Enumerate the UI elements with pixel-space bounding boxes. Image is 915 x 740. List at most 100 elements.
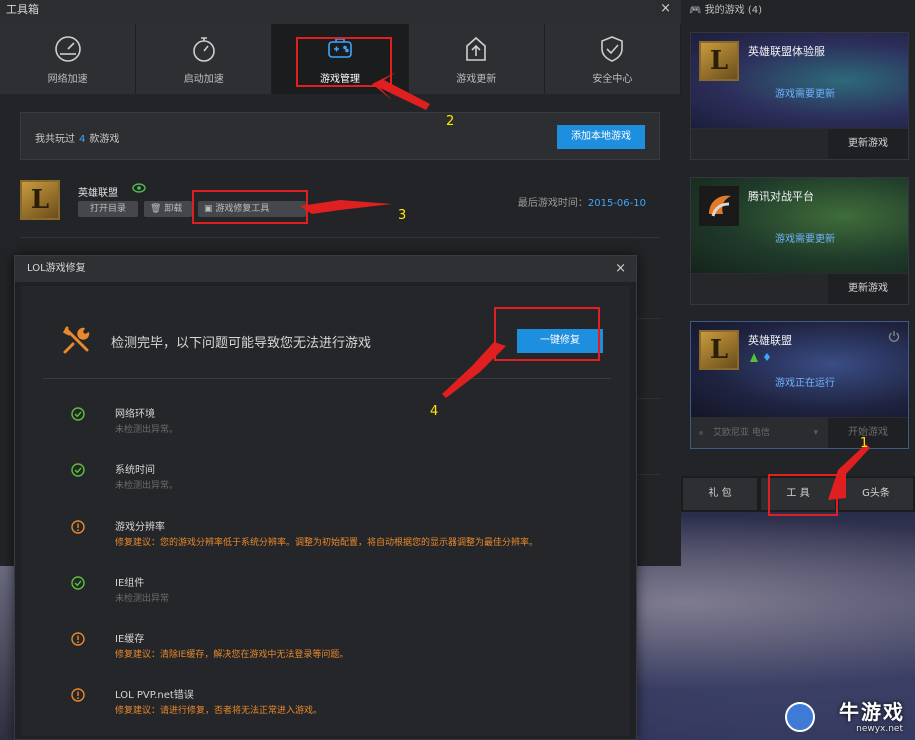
tab-label: 安全中心	[592, 73, 633, 85]
card-status: 游戏正在运行	[775, 378, 835, 389]
games-count: 4	[79, 134, 86, 145]
my-games-panel: 🎮 我的游戏 (4) L 英雄联盟体验服 游戏需要更新 更新游戏 腾讯对战平台 …	[681, 0, 915, 512]
uninstall-button[interactable]: 🗑 卸载	[144, 201, 192, 217]
tab-g-headlines[interactable]: G头条	[839, 478, 913, 510]
tab-tools[interactable]: 工 具	[761, 478, 835, 510]
last-played-date: 2015-06-10	[587, 198, 646, 209]
check-item-title: LOL PVP.net错误	[115, 690, 194, 701]
check-item-desc: 未检测出异常。	[115, 425, 179, 435]
card-title: 英雄联盟体验服	[748, 45, 825, 58]
check-item-resolution: 游戏分辨率 修复建议：您的游戏分辨率低于系统分辨率。调整为初始配置，将自动根据您…	[71, 518, 611, 558]
my-games-title: 我的游戏 (4)	[704, 5, 762, 16]
close-icon[interactable]: ×	[660, 0, 671, 18]
card-footer	[691, 129, 828, 159]
card-title: 英雄联盟	[748, 334, 792, 347]
last-played-label: 最后游戏时间：	[517, 198, 588, 209]
check-item-pvp-net: LOL PVP.net错误 修复建议：请进行修复，否者将无法正常进入游戏。	[71, 686, 611, 726]
watermark-text: 牛游戏	[839, 700, 905, 724]
open-directory-button[interactable]: 打开目录	[78, 201, 138, 217]
eye-icon[interactable]	[132, 183, 146, 193]
tab-network-boost[interactable]: 网络加速	[0, 24, 137, 94]
check-item-desc: 修复建议：您的游戏分辨率低于系统分辨率。调整为初始配置，将自动根据您的显示器调整…	[115, 538, 539, 548]
close-icon[interactable]: ×	[615, 256, 626, 282]
tab-startup-boost[interactable]: 启动加速	[136, 24, 273, 94]
games-summary-text: 我共玩过 4 款游戏	[35, 130, 119, 145]
repair-headline: 检测完毕，以下问题可能导致您无法进行游戏	[111, 336, 372, 351]
server-select[interactable]: 艾欧尼亚 电信 ▾	[691, 418, 828, 448]
update-game-button[interactable]: 更新游戏	[828, 129, 908, 159]
gamepad-icon: 🎮	[689, 5, 702, 16]
card-status: 游戏需要更新	[775, 89, 835, 100]
game-repair-tool-button[interactable]: ▣ 游戏修复工具	[198, 201, 306, 217]
games-summary-bar: 我共玩过 4 款游戏 添加本地游戏	[20, 112, 660, 160]
game-row: L 英雄联盟 打开目录 🗑 卸载 ▣ 游戏修复工具 最后游戏时间：2015-06…	[20, 176, 660, 238]
lol-repair-dialog: LOL游戏修复 × 检测完毕，以下问题可能导致您无法进行游戏 一键修复 网络环境…	[14, 255, 637, 740]
gamepad-icon	[328, 37, 352, 58]
annotation-number: 4	[430, 404, 439, 419]
right-bottom-tabs: 礼 包 工 具 G头条	[681, 476, 915, 512]
tab-game-update[interactable]: 游戏更新	[408, 24, 545, 94]
summary-suffix: 款游戏	[89, 134, 120, 145]
lol-logo: L	[20, 180, 60, 220]
toolbox-icon: ▣	[204, 204, 213, 214]
check-item-title: 游戏分辨率	[115, 522, 165, 533]
annotation-number: 1	[860, 436, 869, 451]
tab-label: 网络加速	[47, 73, 88, 85]
check-item-title: 系统时间	[115, 465, 155, 476]
game-card-lol-test[interactable]: L 英雄联盟体验服 游戏需要更新 更新游戏	[690, 32, 909, 160]
check-item-title: 网络环境	[115, 409, 155, 420]
trash-icon: 🗑	[150, 204, 162, 214]
repair-dialog-titlebar: LOL游戏修复 ×	[15, 256, 636, 282]
annotation-number: 2	[446, 114, 455, 129]
check-item-desc: 未检测出异常。	[115, 481, 179, 491]
toolbox-tabbar: 网络加速 启动加速 游戏管理 游戏更新 安全中心	[0, 24, 682, 94]
divider	[43, 378, 611, 379]
check-item-ie-cache: IE缓存 修复建议：清除IE缓存，解决您在游戏中无法登录等问题。	[71, 630, 611, 670]
tab-label: 游戏管理	[320, 73, 360, 85]
uninstall-label: 卸载	[164, 204, 183, 214]
check-item-desc: 未检测出异常	[115, 594, 170, 604]
watermark: 牛游戏 newyx.net	[785, 696, 905, 734]
game-features-icon	[750, 353, 770, 362]
annotation-number: 3	[398, 208, 407, 223]
add-local-game-button[interactable]: 添加本地游戏	[557, 125, 645, 149]
server-status-dot	[699, 431, 703, 435]
row-divider	[637, 474, 661, 475]
last-played: 最后游戏时间：2015-06-10	[518, 194, 646, 209]
check-item-desc: 修复建议：清除IE缓存，解决您在游戏中无法登录等问题。	[115, 650, 349, 660]
tencent-platform-logo	[699, 186, 739, 226]
one-click-repair-button[interactable]: 一键修复	[517, 329, 603, 353]
lol-logo: L	[699, 330, 739, 370]
check-circle-icon	[71, 463, 85, 477]
tab-label: 启动加速	[183, 73, 224, 85]
check-item-network: 网络环境 未检测出异常。	[71, 405, 611, 445]
check-item-desc: 修复建议：请进行修复，否者将无法正常进入游戏。	[115, 706, 323, 716]
card-title: 腾讯对战平台	[748, 190, 814, 203]
card-status: 游戏需要更新	[775, 234, 835, 245]
power-icon[interactable]	[888, 330, 900, 342]
game-card-lol[interactable]: L 英雄联盟 游戏正在运行 艾欧尼亚 电信 ▾ 开始游戏	[690, 321, 909, 449]
check-circle-icon	[71, 407, 85, 421]
warning-circle-icon	[71, 688, 85, 702]
repair-tool-label: 游戏修复工具	[215, 204, 270, 214]
upload-icon	[466, 36, 487, 61]
check-circle-icon	[71, 576, 85, 590]
update-game-button[interactable]: 更新游戏	[828, 274, 908, 304]
tab-label: 游戏更新	[456, 73, 497, 85]
check-item-title: IE缓存	[115, 634, 145, 645]
check-item-title: IE组件	[115, 578, 145, 589]
tab-game-management[interactable]: 游戏管理	[272, 24, 409, 94]
shield-icon	[601, 35, 624, 62]
wrench-icon	[62, 326, 90, 354]
check-item-system-time: 系统时间 未检测出异常。	[71, 461, 611, 501]
my-games-header: 🎮 我的游戏 (4)	[681, 0, 915, 22]
row-divider	[637, 398, 661, 399]
tab-security-center[interactable]: 安全中心	[544, 24, 682, 94]
game-name: 英雄联盟	[78, 188, 118, 199]
repair-dialog-title: LOL游戏修复	[27, 263, 86, 274]
game-card-tencent-platform[interactable]: 腾讯对战平台 游戏需要更新 更新游戏	[690, 177, 909, 305]
warning-circle-icon	[71, 632, 85, 646]
tab-gifts[interactable]: 礼 包	[683, 478, 757, 510]
lol-logo: L	[699, 41, 739, 81]
watermark-logo	[785, 702, 815, 732]
